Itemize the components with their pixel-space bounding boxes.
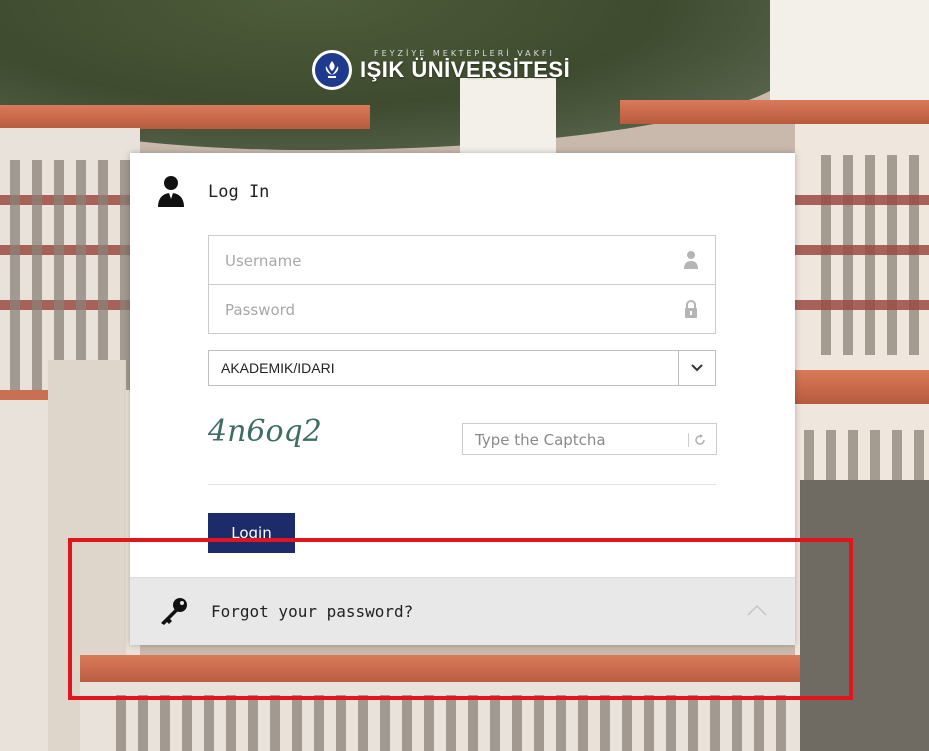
- captcha-image: 4n6oq2: [207, 414, 322, 449]
- logo-name: IŞIK ÜNİVERSİTESİ: [360, 57, 571, 82]
- domain-selected-value: AKADEMIK/IDARI: [221, 360, 335, 376]
- domain-dropdown-button[interactable]: [678, 351, 715, 385]
- captcha-refresh-button[interactable]: [688, 432, 710, 448]
- password-input[interactable]: [223, 285, 667, 335]
- user-icon: [158, 176, 184, 207]
- username-field-group: [208, 235, 716, 286]
- login-header: Log In: [156, 175, 269, 209]
- refresh-icon: [695, 434, 705, 445]
- logo-emblem-icon: [312, 50, 352, 90]
- password-field-group: [208, 284, 716, 335]
- university-logo: FEYZİYE MEKTEPLERİ VAKFI IŞIK ÜNİVERSİTE…: [312, 44, 570, 96]
- captcha-field-group: [462, 423, 717, 456]
- username-input[interactable]: [223, 236, 667, 286]
- login-title: Log In: [208, 182, 270, 202]
- highlight-box: [68, 538, 853, 700]
- form-divider: [208, 484, 716, 485]
- logo-tagline: FEYZİYE MEKTEPLERİ VAKFI: [374, 49, 555, 58]
- chevron-down-icon: [691, 364, 703, 372]
- domain-select[interactable]: AKADEMIK/IDARI: [208, 350, 716, 386]
- lock-icon: [685, 299, 697, 318]
- person-icon: [684, 251, 698, 269]
- captcha-input[interactable]: [473, 424, 677, 456]
- captcha-text: 4n6oq2: [207, 414, 322, 449]
